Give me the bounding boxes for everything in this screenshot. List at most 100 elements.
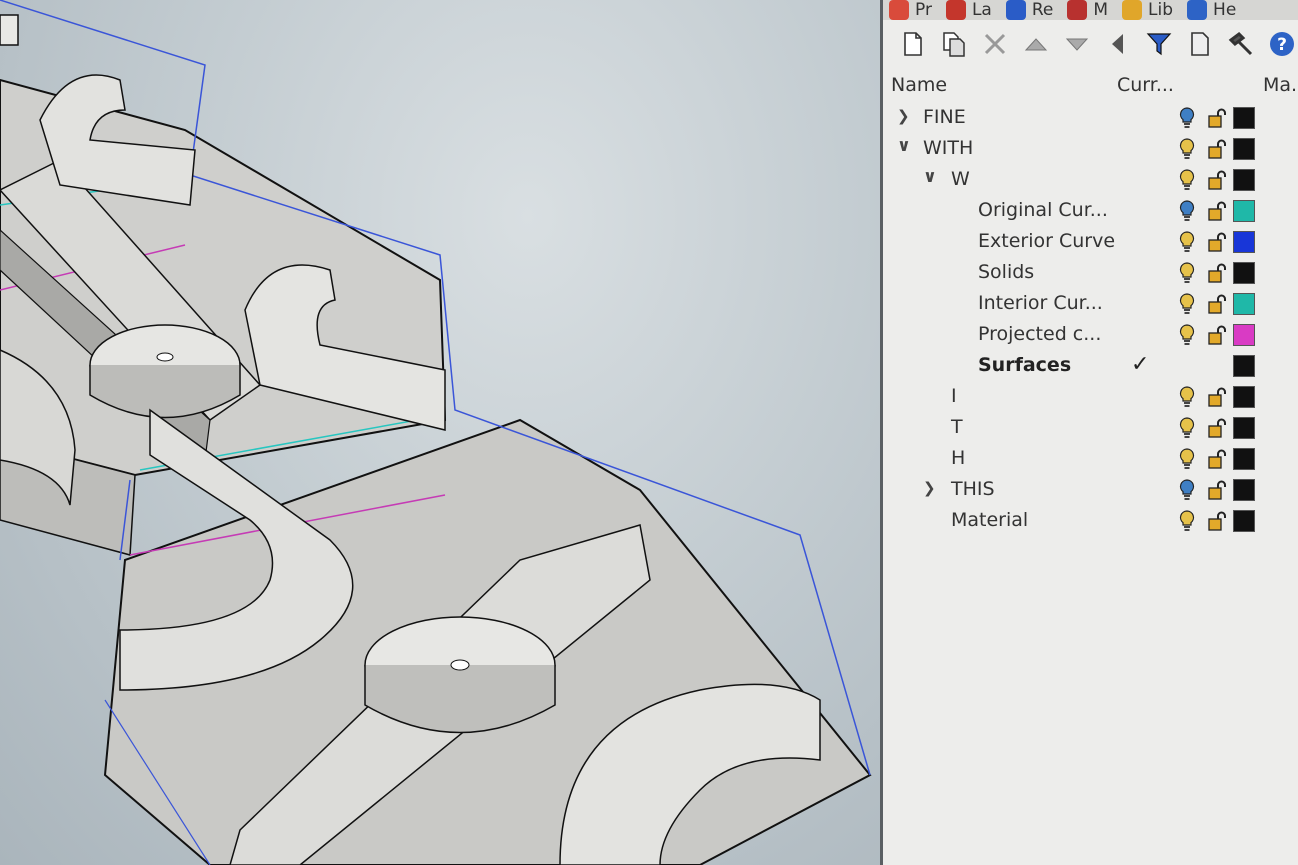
layer-color-swatch[interactable] xyxy=(1233,479,1255,501)
layer-color-swatch[interactable] xyxy=(1233,386,1255,408)
folder-icon xyxy=(1122,0,1143,20)
column-name[interactable]: Name xyxy=(891,74,947,96)
unlocked-padlock-icon[interactable] xyxy=(1207,263,1227,283)
layers-icon xyxy=(945,0,966,20)
unlocked-padlock-icon[interactable] xyxy=(1207,418,1227,438)
move-to-parent-button[interactable] xyxy=(1102,28,1134,60)
lightbulb-icon[interactable] xyxy=(1179,448,1195,470)
layer-name[interactable]: Material xyxy=(951,509,1028,531)
lightbulb-icon[interactable] xyxy=(1179,200,1195,222)
layer-row[interactable]: Exterior Curve xyxy=(883,226,1298,257)
layer-color-swatch[interactable] xyxy=(1233,510,1255,532)
unlocked-padlock-icon[interactable] xyxy=(1207,449,1227,469)
layer-name[interactable]: Solids xyxy=(978,261,1034,283)
unlocked-padlock-icon[interactable] xyxy=(1207,480,1227,500)
layer-color-swatch[interactable] xyxy=(1233,107,1255,129)
layer-name[interactable]: Original Cur... xyxy=(978,199,1108,221)
layer-list: ❯ FINE ∨ WITH ∨ W Original Cur... Exterior Curv… xyxy=(883,102,1298,536)
move-down-button[interactable] xyxy=(1061,28,1093,60)
column-current[interactable]: Curr... xyxy=(1117,74,1174,96)
layer-row[interactable]: Original Cur... xyxy=(883,195,1298,226)
tab-pr[interactable]: Pr xyxy=(883,0,940,20)
layer-row[interactable]: Interior Cur... xyxy=(883,288,1298,319)
layer-color-swatch[interactable] xyxy=(1233,200,1255,222)
new-sublayer-button[interactable] xyxy=(938,28,970,60)
tab-re[interactable]: Re xyxy=(1000,0,1062,20)
tools-button[interactable] xyxy=(1225,28,1257,60)
layer-color-swatch[interactable] xyxy=(1233,324,1255,346)
unlocked-padlock-icon[interactable] xyxy=(1207,232,1227,252)
layer-row[interactable]: Surfaces ✓ xyxy=(883,350,1298,381)
layer-row[interactable]: ∨ W xyxy=(883,164,1298,195)
panel-tabs: Pr La Re M Lib He xyxy=(883,0,1298,20)
lightbulb-icon[interactable] xyxy=(1179,417,1195,439)
chevron-right-icon[interactable]: ❯ xyxy=(897,107,910,125)
lightbulb-icon[interactable] xyxy=(1179,262,1195,284)
layer-color-swatch[interactable] xyxy=(1233,448,1255,470)
lightbulb-icon[interactable] xyxy=(1179,107,1195,129)
tab-label: La xyxy=(971,0,992,20)
column-material[interactable]: Ma... xyxy=(1263,74,1298,96)
lightbulb-icon[interactable] xyxy=(1179,138,1195,160)
layer-row[interactable]: ❯ THIS xyxy=(883,474,1298,505)
tab-m[interactable]: M xyxy=(1061,0,1116,20)
lightbulb-icon[interactable] xyxy=(1179,510,1195,532)
help-button[interactable]: ? xyxy=(1266,28,1298,60)
lightbulb-icon[interactable] xyxy=(1179,324,1195,346)
layer-name[interactable]: Projected c... xyxy=(978,323,1101,345)
move-up-button[interactable] xyxy=(1020,28,1052,60)
layer-name[interactable]: WITH xyxy=(923,137,973,159)
lightbulb-icon[interactable] xyxy=(1179,386,1195,408)
perspective-viewport[interactable] xyxy=(0,0,880,865)
chevron-down-icon[interactable]: ∨ xyxy=(897,136,911,156)
unlocked-padlock-icon[interactable] xyxy=(1207,511,1227,531)
layer-color-swatch[interactable] xyxy=(1233,262,1255,284)
tab-la[interactable]: La xyxy=(940,0,1000,20)
layer-color-swatch[interactable] xyxy=(1233,293,1255,315)
filter-button[interactable] xyxy=(1143,28,1175,60)
layer-row[interactable]: Material xyxy=(883,505,1298,536)
layer-row[interactable]: ❯ FINE xyxy=(883,102,1298,133)
chevron-right-icon[interactable]: ❯ xyxy=(923,479,936,497)
layer-states-button[interactable] xyxy=(1184,28,1216,60)
layer-color-swatch[interactable] xyxy=(1233,231,1255,253)
unlocked-padlock-icon[interactable] xyxy=(1207,139,1227,159)
layer-name[interactable]: I xyxy=(951,385,957,407)
layer-name[interactable]: Exterior Curve xyxy=(978,230,1115,252)
triangle-down-icon xyxy=(1065,38,1089,51)
layer-row[interactable]: I xyxy=(883,381,1298,412)
lightbulb-icon[interactable] xyxy=(1179,231,1195,253)
layer-name[interactable]: W xyxy=(951,168,970,190)
layer-row[interactable]: H xyxy=(883,443,1298,474)
chevron-down-icon[interactable]: ∨ xyxy=(923,167,937,187)
tab-label: Lib xyxy=(1148,0,1174,20)
lightbulb-icon[interactable] xyxy=(1179,169,1195,191)
tab-lib[interactable]: Lib xyxy=(1116,0,1181,20)
layer-name[interactable]: Surfaces xyxy=(978,354,1071,376)
layer-name[interactable]: Interior Cur... xyxy=(978,292,1103,314)
tab-he[interactable]: He xyxy=(1181,0,1244,20)
layer-name[interactable]: THIS xyxy=(951,478,995,500)
new-layer-button[interactable] xyxy=(897,28,929,60)
unlocked-padlock-icon[interactable] xyxy=(1207,170,1227,190)
unlocked-padlock-icon[interactable] xyxy=(1207,201,1227,221)
layer-color-swatch[interactable] xyxy=(1233,138,1255,160)
layer-row[interactable]: Solids xyxy=(883,257,1298,288)
layer-color-swatch[interactable] xyxy=(1233,417,1255,439)
layer-color-swatch[interactable] xyxy=(1233,355,1255,377)
unlocked-padlock-icon[interactable] xyxy=(1207,387,1227,407)
unlocked-padlock-icon[interactable] xyxy=(1207,294,1227,314)
layer-name[interactable]: T xyxy=(951,416,963,438)
lightbulb-icon[interactable] xyxy=(1179,293,1195,315)
layer-color-swatch[interactable] xyxy=(1233,169,1255,191)
layer-row[interactable]: T xyxy=(883,412,1298,443)
layer-row[interactable]: Projected c... xyxy=(883,319,1298,350)
copy-document-icon xyxy=(943,32,965,57)
layer-row[interactable]: ∨ WITH xyxy=(883,133,1298,164)
layer-name[interactable]: H xyxy=(951,447,965,469)
unlocked-padlock-icon[interactable] xyxy=(1207,325,1227,345)
unlocked-padlock-icon[interactable] xyxy=(1207,108,1227,128)
lightbulb-icon[interactable] xyxy=(1179,479,1195,501)
layer-name[interactable]: FINE xyxy=(923,106,966,128)
delete-layer-button[interactable] xyxy=(979,28,1011,60)
